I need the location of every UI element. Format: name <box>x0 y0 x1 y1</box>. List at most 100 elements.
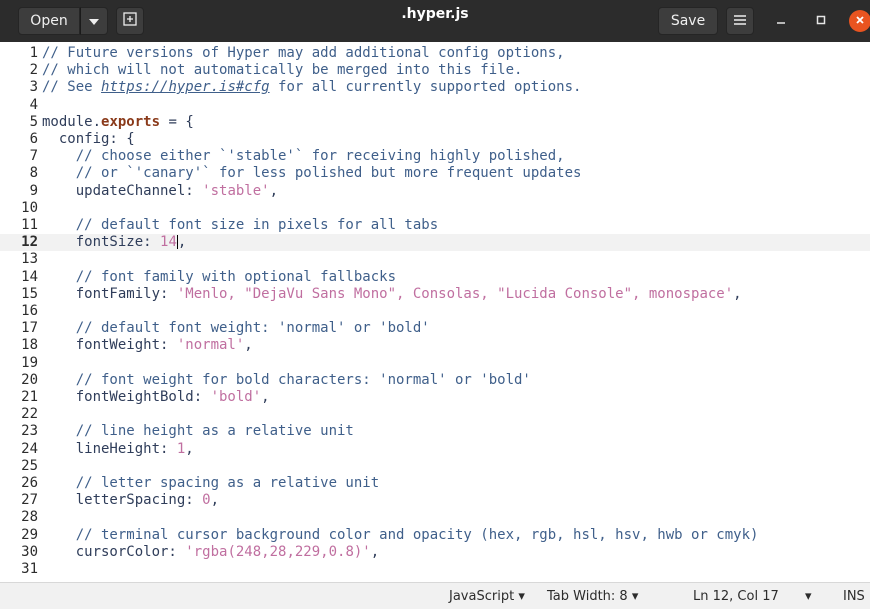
line-number: 23 <box>21 423 38 440</box>
code-line[interactable]: 10 <box>0 200 870 217</box>
code-line[interactable]: 27 letterSpacing: 0, <box>0 492 870 509</box>
minimize-button[interactable] <box>771 11 791 31</box>
code-token: , <box>210 492 220 509</box>
tab-width-selector[interactable]: Tab Width: 8 ▾ <box>547 589 638 604</box>
code-line[interactable]: 14 // font family with optional fallback… <box>0 269 870 286</box>
code-text: fontFamily: 'Menlo, "DejaVu Sans Mono", … <box>42 286 742 303</box>
code-line[interactable]: 26 // letter spacing as a relative unit <box>0 475 870 492</box>
code-token: lineHeight: <box>42 440 177 457</box>
code-token: // Future versions of Hyper may add addi… <box>42 45 565 61</box>
code-token: // letter spacing as a relative unit <box>42 475 380 491</box>
code-text: updateChannel: 'stable', <box>42 183 278 200</box>
line-number: 16 <box>21 303 38 319</box>
code-token: fontSize: <box>42 234 161 251</box>
code-token: fontFamily: <box>42 285 177 302</box>
code-line[interactable]: 16 <box>0 303 870 320</box>
code-text: // See https://hyper.is#cfg for all curr… <box>42 79 581 96</box>
maximize-button[interactable] <box>811 11 831 31</box>
code-text: // Future versions of Hyper may add addi… <box>42 45 565 62</box>
line-number: 15 <box>21 285 38 302</box>
code-line[interactable]: 15 fontFamily: 'Menlo, "DejaVu Sans Mono… <box>0 286 870 303</box>
code-line[interactable]: 4 <box>0 97 870 114</box>
code-text: cursorColor: 'rgba(248,28,229,0.8)', <box>42 544 379 561</box>
main-menu-button[interactable] <box>726 7 754 35</box>
line-number: 3 <box>29 79 38 96</box>
code-line[interactable]: 7 // choose either `'stable'` for receiv… <box>0 148 870 165</box>
maximize-icon <box>816 13 826 29</box>
code-line[interactable]: 11 // default font size in pixels for al… <box>0 217 870 234</box>
code-line[interactable]: 29 // terminal cursor background color a… <box>0 527 870 544</box>
chevron-down-icon: ▾ <box>518 589 525 604</box>
code-line[interactable]: 5 module.exports = { <box>0 114 870 131</box>
status-bar: JavaScript ▾ Tab Width: 8 ▾ Ln 12, Col 1… <box>0 582 870 609</box>
code-text: // choose either `'stable'` for receivin… <box>42 148 565 165</box>
line-number: 10 <box>21 199 38 216</box>
code-token: // choose either `'stable'` for receivin… <box>42 148 565 165</box>
code-line[interactable]: 9 updateChannel: 'stable', <box>0 183 870 200</box>
code-line[interactable]: 28 <box>0 509 870 526</box>
cursor-position[interactable]: Ln 12, Col 17 <box>693 589 779 604</box>
code-editor[interactable]: 1// Future versions of Hyper may add add… <box>0 42 870 582</box>
code-text: // letter spacing as a relative unit <box>42 475 379 492</box>
line-number: 1 <box>29 45 38 61</box>
code-token: // default font size in pixels for all t… <box>42 217 439 233</box>
code-line[interactable]: 22 <box>0 406 870 423</box>
code-token: // terminal cursor background color and … <box>42 526 759 543</box>
code-line[interactable]: 23 // line height as a relative unit <box>0 423 870 440</box>
code-line[interactable]: 2// which will not automatically be merg… <box>0 62 870 79</box>
code-text: fontWeightBold: 'bold', <box>42 389 270 406</box>
code-text: letterSpacing: 0, <box>42 492 219 509</box>
code-token: // font family with optional fallbacks <box>42 268 397 285</box>
line-number: 21 <box>21 389 38 405</box>
tab-width-label: Tab Width: 8 <box>547 589 628 604</box>
code-token: // which will not automatically be merge… <box>42 62 523 79</box>
line-number: 26 <box>21 475 38 491</box>
code-token: // See <box>42 79 102 96</box>
line-number: 31 <box>21 561 38 577</box>
code-token: 0 <box>202 492 211 509</box>
line-number: 12 <box>21 234 38 251</box>
code-token: , <box>261 389 270 405</box>
code-text: // line height as a relative unit <box>42 423 354 440</box>
line-number: 24 <box>21 440 38 457</box>
header-bar: Open .hyper.js Save <box>0 0 870 42</box>
code-line[interactable]: 19 <box>0 355 870 372</box>
code-line[interactable]: 13 <box>0 251 870 268</box>
insert-mode-indicator[interactable]: INS <box>843 589 865 604</box>
close-icon <box>855 14 865 29</box>
code-line[interactable]: 17 // default font weight: 'normal' or '… <box>0 320 870 337</box>
code-token: exports <box>101 113 161 130</box>
line-number: 7 <box>29 148 38 165</box>
code-line[interactable]: 24 lineHeight: 1, <box>0 441 870 458</box>
line-number: 2 <box>29 62 38 79</box>
save-button[interactable]: Save <box>658 7 718 35</box>
code-token: letterSpacing: <box>42 492 203 509</box>
code-line[interactable]: 1// Future versions of Hyper may add add… <box>0 45 870 62</box>
code-line[interactable]: 8 // or `'canary'` for less polished but… <box>0 165 870 182</box>
code-line[interactable]: 31 <box>0 561 870 578</box>
chevron-down-icon: ▾ <box>631 589 639 604</box>
code-text: // which will not automatically be merge… <box>42 62 522 79</box>
line-number: 22 <box>21 406 38 423</box>
close-button[interactable] <box>849 10 870 32</box>
code-line[interactable]: 30 cursorColor: 'rgba(248,28,229,0.8)', <box>0 544 870 561</box>
code-text: module.exports = { <box>42 114 194 131</box>
code-token: cursorColor: <box>42 543 186 560</box>
code-text: config: { <box>42 131 135 148</box>
code-token: // font weight for bold characters: 'nor… <box>42 371 531 388</box>
code-line[interactable]: 21 fontWeightBold: 'bold', <box>0 389 870 406</box>
code-line[interactable]: 20 // font weight for bold characters: '… <box>0 372 870 389</box>
code-line[interactable]: 3// See https://hyper.is#cfg for all cur… <box>0 79 870 96</box>
code-text: // font weight for bold characters: 'nor… <box>42 372 531 389</box>
code-line[interactable]: 6 config: { <box>0 131 870 148</box>
code-token: = { <box>160 113 194 130</box>
code-line[interactable]: 12 fontSize: 14, <box>0 234 870 252</box>
language-label: JavaScript <box>449 589 515 604</box>
chevron-down-icon[interactable]: ▾ <box>805 589 812 604</box>
code-token: module. <box>42 113 102 130</box>
line-number: 30 <box>21 543 38 560</box>
language-selector[interactable]: JavaScript ▾ <box>449 589 525 604</box>
code-line[interactable]: 18 fontWeight: 'normal', <box>0 337 870 354</box>
code-line[interactable]: 25 <box>0 458 870 475</box>
code-text: lineHeight: 1, <box>42 441 194 458</box>
